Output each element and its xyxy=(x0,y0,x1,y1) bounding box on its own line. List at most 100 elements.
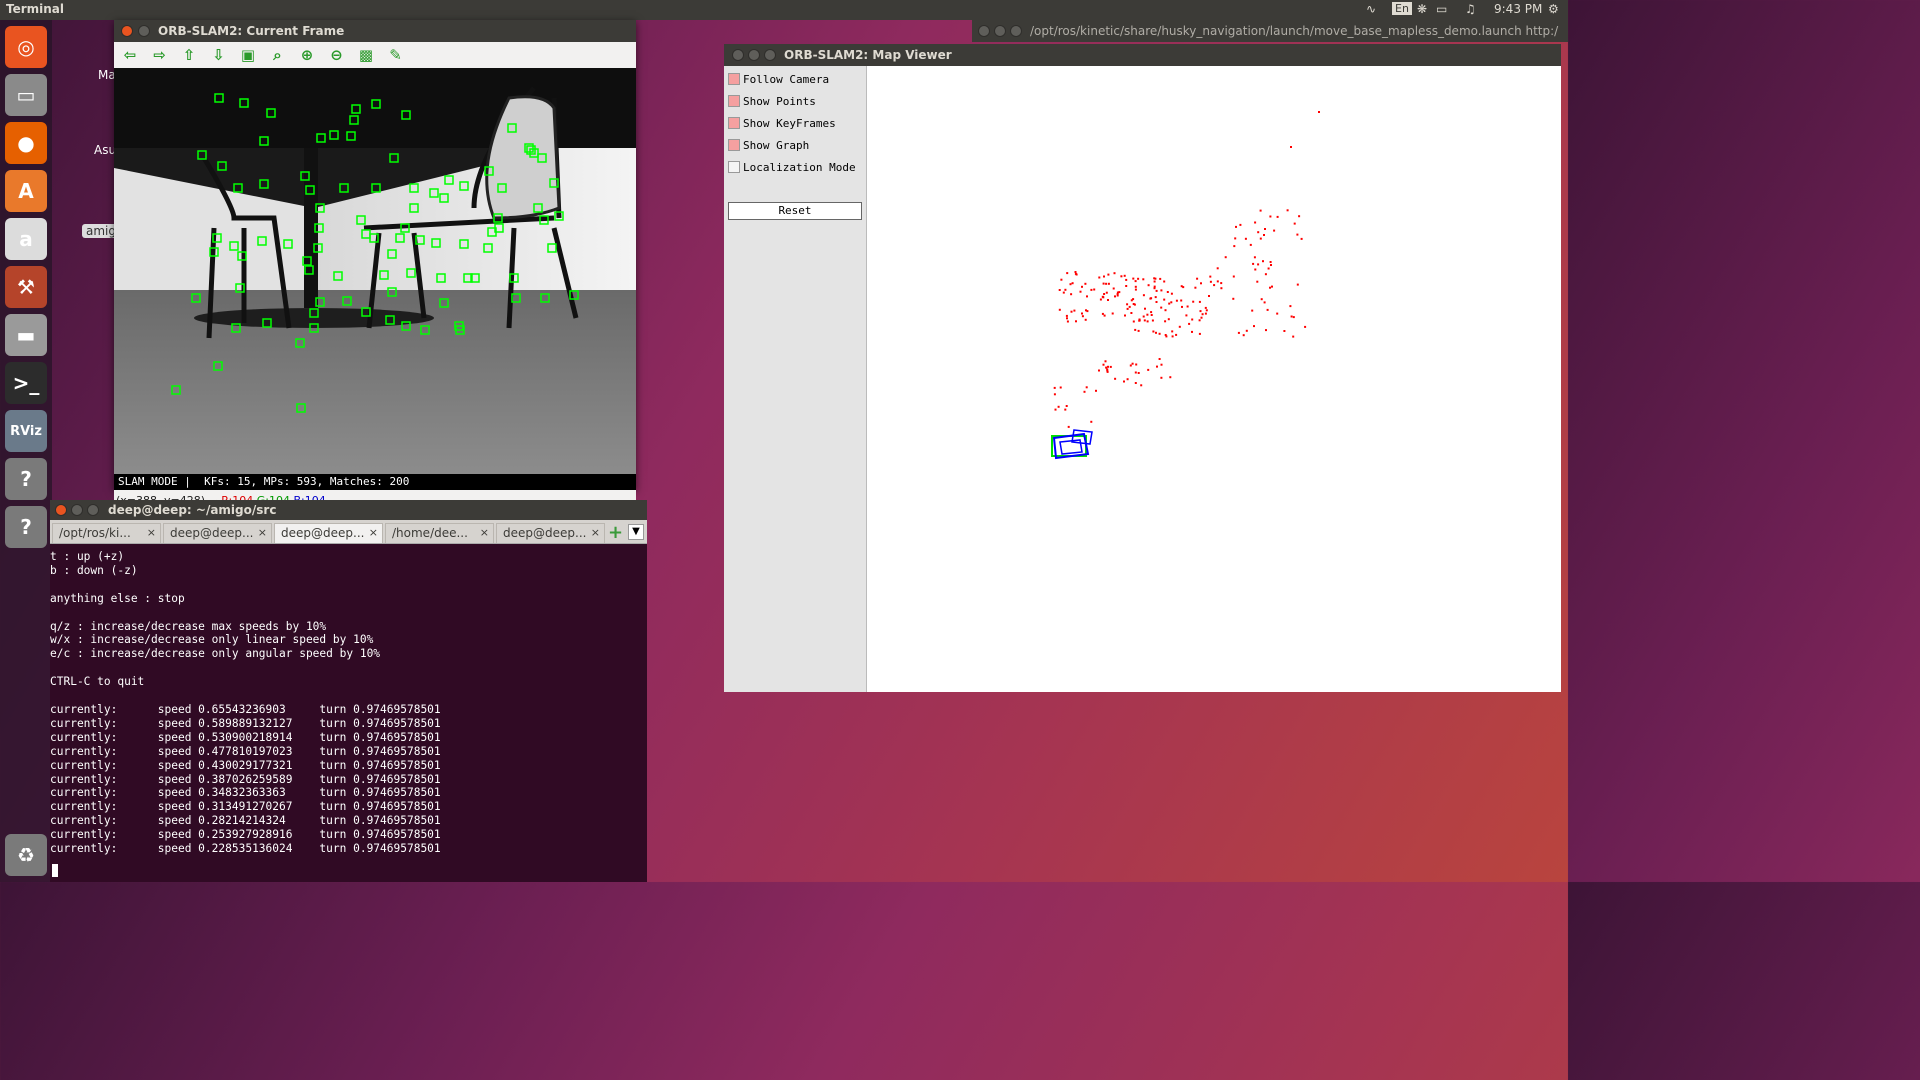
gear-icon[interactable]: ⚙ xyxy=(1548,2,1559,16)
map-point xyxy=(1150,311,1153,314)
map-point xyxy=(1242,334,1245,337)
terminal-tab[interactable]: deep@deep... × xyxy=(274,523,383,543)
terminal-icon[interactable]: >_ xyxy=(5,362,47,404)
map-point xyxy=(1103,275,1105,278)
minimize-button[interactable] xyxy=(71,504,83,516)
map-point xyxy=(1147,368,1150,371)
map-point xyxy=(1304,325,1307,328)
down-arrow-icon[interactable]: ⇩ xyxy=(209,46,229,64)
close-button[interactable] xyxy=(55,504,67,516)
firefox-icon[interactable]: ● xyxy=(5,122,47,164)
up-arrow-icon[interactable]: ⇧ xyxy=(179,46,199,64)
back-arrow-icon[interactable]: ⇦ xyxy=(120,46,140,64)
map-point xyxy=(1235,225,1237,228)
option-show-graph[interactable]: Show Graph xyxy=(728,136,809,154)
unknown-app-icon-1[interactable]: ? xyxy=(5,458,47,500)
system-settings-icon[interactable]: ⚒ xyxy=(5,266,47,308)
volume-icon[interactable]: ♫ xyxy=(1465,2,1476,16)
map-point xyxy=(1220,282,1223,285)
map-point xyxy=(1266,308,1269,311)
map-point xyxy=(1200,282,1202,285)
software-center-icon[interactable]: A xyxy=(5,170,47,212)
map-point xyxy=(1123,274,1126,277)
terminal-tab[interactable]: /home/dee... × xyxy=(385,523,494,543)
window-titlebar[interactable]: ORB-SLAM2: Current Frame xyxy=(114,20,636,42)
camera-frame-view[interactable] xyxy=(114,68,636,474)
checkbox[interactable] xyxy=(728,73,740,85)
map-point xyxy=(1125,285,1128,287)
maximize-button[interactable] xyxy=(87,504,99,516)
battery-icon[interactable]: ▭ xyxy=(1436,2,1447,16)
map-point xyxy=(1102,363,1105,366)
terminal-tab[interactable]: deep@deep... × xyxy=(496,523,605,543)
option-follow-camera[interactable]: Follow Camera xyxy=(728,70,829,88)
map-point xyxy=(1070,293,1073,296)
map-point xyxy=(1132,303,1135,305)
checkbox[interactable] xyxy=(728,161,740,173)
files-icon[interactable]: ▭ xyxy=(5,74,47,116)
tab-close-icon[interactable]: × xyxy=(369,526,378,539)
zoom-out-icon[interactable]: ⊖ xyxy=(327,46,347,64)
tab-close-icon[interactable]: × xyxy=(591,526,600,539)
ubuntu-dash-icon[interactable]: ◎ xyxy=(5,26,47,68)
map-point xyxy=(1054,408,1057,411)
tab-close-icon[interactable]: × xyxy=(147,526,156,539)
reset-button[interactable]: Reset xyxy=(728,202,862,220)
close-button[interactable] xyxy=(978,25,990,37)
tab-close-icon[interactable]: × xyxy=(258,526,267,539)
desktop-icon-label[interactable]: Asu xyxy=(94,143,116,157)
close-button[interactable] xyxy=(732,49,744,61)
map-point xyxy=(1209,275,1212,278)
unknown-app-icon-2[interactable]: ? xyxy=(5,506,47,548)
map-point xyxy=(1081,285,1083,288)
wifi-icon[interactable]: ∿ xyxy=(1366,2,1376,16)
tab-menu-icon[interactable]: ▼ xyxy=(628,524,644,540)
map-point xyxy=(1155,331,1157,334)
map-point xyxy=(1300,237,1303,240)
close-button[interactable] xyxy=(121,25,133,37)
minimize-button[interactable] xyxy=(994,25,1006,37)
option-show-points[interactable]: Show Points xyxy=(728,92,816,110)
brush-icon[interactable]: ✎ xyxy=(386,46,406,64)
bluetooth-icon[interactable]: ❋ xyxy=(1417,2,1427,16)
image-icon[interactable]: ▣ xyxy=(238,46,258,64)
map-point xyxy=(1144,307,1146,310)
map-point xyxy=(1137,277,1140,280)
rviz-icon[interactable]: RViz xyxy=(5,410,47,452)
background-window-titlebar[interactable]: /opt/ros/kinetic/share/husky_navigation/… xyxy=(972,20,1568,42)
terminal-line: currently: speed 0.28214214324 turn 0.97… xyxy=(50,814,441,828)
maximize-button[interactable] xyxy=(764,49,776,61)
zoom-in-icon[interactable]: ⊕ xyxy=(297,46,317,64)
map-point xyxy=(1109,365,1112,368)
window-titlebar[interactable]: ORB-SLAM2: Map Viewer xyxy=(724,44,1561,66)
terminal-tab[interactable]: /opt/ros/ki... × xyxy=(52,523,161,543)
new-tab-icon[interactable]: + xyxy=(608,522,623,543)
checkbox[interactable] xyxy=(728,95,740,107)
terminal-tab[interactable]: deep@deep... × xyxy=(163,523,272,543)
forward-arrow-icon[interactable]: ⇨ xyxy=(150,46,170,64)
tab-close-icon[interactable]: × xyxy=(480,526,489,539)
clock[interactable]: 9:43 PM xyxy=(1494,2,1542,16)
checkbox[interactable] xyxy=(728,117,740,129)
minimize-button[interactable] xyxy=(138,25,150,37)
terminal-output[interactable]: t : up (+z) b : down (-z) anything else :… xyxy=(50,550,647,882)
map-point xyxy=(1252,262,1255,265)
checkbox[interactable] xyxy=(728,139,740,151)
save-icon[interactable]: ▩ xyxy=(356,46,376,64)
keyboard-layout-indicator[interactable]: En xyxy=(1392,2,1412,15)
minimize-button[interactable] xyxy=(748,49,760,61)
map-point xyxy=(1152,330,1155,333)
window-titlebar[interactable]: deep@deep: ~/amigo/src xyxy=(50,500,647,520)
map-point xyxy=(1058,289,1061,291)
map-point xyxy=(1090,288,1093,291)
maximize-button[interactable] xyxy=(1010,25,1022,37)
amazon-icon[interactable]: a xyxy=(5,218,47,260)
map-canvas[interactable] xyxy=(868,66,1561,692)
option-localization-mode[interactable]: Localization Mode xyxy=(728,158,856,176)
trash-icon[interactable]: ♻ xyxy=(5,834,47,876)
disk-icon[interactable]: ▬ xyxy=(5,314,47,356)
zoom-fit-icon[interactable]: ⌕ xyxy=(268,46,288,64)
option-show-keyframes[interactable]: Show KeyFrames xyxy=(728,114,836,132)
